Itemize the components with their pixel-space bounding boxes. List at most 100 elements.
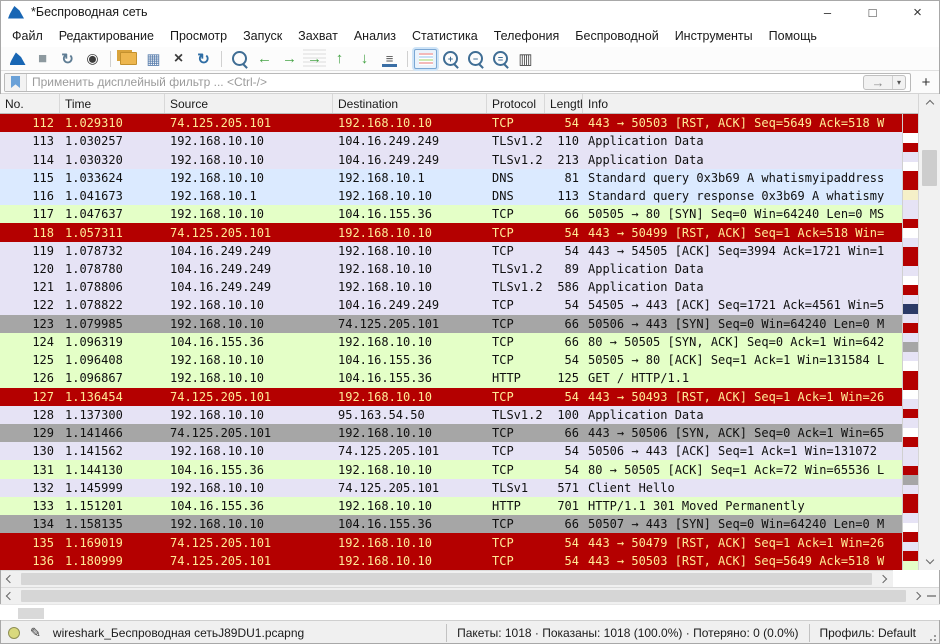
- packet-row[interactable]: 1351.16901974.125.205.101192.168.10.10TC…: [0, 533, 902, 551]
- zoom-out-icon[interactable]: [464, 49, 487, 69]
- column-header-destination[interactable]: Destination: [333, 94, 487, 113]
- cell-no: 122: [0, 298, 60, 312]
- menu-item[interactable]: Беспроводной: [567, 26, 666, 46]
- colorize-icon[interactable]: [414, 49, 437, 69]
- goto-packet-icon[interactable]: →: [303, 49, 326, 69]
- packet-row[interactable]: 1321.145999192.168.10.1074.125.205.101TL…: [0, 479, 902, 497]
- packet-row[interactable]: 1171.047637192.168.10.10104.16.155.36TCP…: [0, 205, 902, 223]
- stop-capture-icon[interactable]: ■: [31, 49, 54, 69]
- cell-time: 1.096319: [60, 335, 165, 349]
- packet-row[interactable]: 1271.13645474.125.205.101192.168.10.10TC…: [0, 388, 902, 406]
- scroll-down-arrow-icon[interactable]: [919, 553, 940, 567]
- start-capture-icon[interactable]: [6, 49, 29, 69]
- menu-item[interactable]: Анализ: [346, 26, 404, 46]
- column-header-source[interactable]: Source: [165, 94, 333, 113]
- save-file-icon[interactable]: ▦: [142, 49, 165, 69]
- cell-len: 54: [545, 463, 583, 477]
- display-filter-input[interactable]: [27, 75, 863, 89]
- packet-row[interactable]: 1121.02931074.125.205.101192.168.10.10TC…: [0, 114, 902, 132]
- packet-row[interactable]: 1331.151201104.16.155.36192.168.10.10HTT…: [0, 497, 902, 515]
- packet-row[interactable]: 1311.144130104.16.155.36192.168.10.10TCP…: [0, 460, 902, 478]
- forward-icon[interactable]: →: [278, 49, 301, 69]
- find-packet-icon[interactable]: [228, 49, 251, 69]
- add-filter-button[interactable]: +: [916, 73, 936, 92]
- column-header-time[interactable]: Time: [60, 94, 165, 113]
- packet-row[interactable]: 1151.033624192.168.10.10192.168.10.1DNS8…: [0, 169, 902, 187]
- minimap-stripe: [903, 238, 918, 248]
- packet-row[interactable]: 1161.041673192.168.10.1192.168.10.10DNS1…: [0, 187, 902, 205]
- expert-info-icon[interactable]: [8, 627, 20, 639]
- hscroll-thumb-2[interactable]: [21, 590, 906, 602]
- menu-item[interactable]: Инструменты: [667, 26, 761, 46]
- scroll-right-arrow-icon[interactable]: [877, 576, 889, 582]
- cell-no: 133: [0, 499, 60, 513]
- column-header-info[interactable]: Info: [583, 94, 940, 113]
- resize-columns-icon[interactable]: ▥: [514, 49, 537, 69]
- close-button[interactable]: ×: [895, 0, 940, 24]
- cell-dst: 104.16.155.36: [333, 371, 487, 385]
- reload-file-icon[interactable]: ↻: [192, 49, 215, 69]
- menu-item[interactable]: Захват: [290, 26, 346, 46]
- filter-bookmark-button[interactable]: [5, 74, 27, 91]
- cell-dst: 192.168.10.10: [333, 536, 487, 550]
- packet-row[interactable]: 1141.030320192.168.10.10104.16.249.249TL…: [0, 150, 902, 168]
- packet-row[interactable]: 1221.078822192.168.10.10104.16.249.249TC…: [0, 296, 902, 314]
- capture-options-icon[interactable]: ◉: [81, 49, 104, 69]
- scroll-left-arrow-icon[interactable]: [4, 576, 16, 582]
- zoom-reset-icon[interactable]: [489, 49, 512, 69]
- packet-row[interactable]: 1301.141562192.168.10.1074.125.205.101TC…: [0, 442, 902, 460]
- window-resize-grip[interactable]: [929, 628, 937, 638]
- cell-time: 1.141562: [60, 444, 165, 458]
- packet-row[interactable]: 1201.078780104.16.249.249192.168.10.10TL…: [0, 260, 902, 278]
- menu-item[interactable]: Помощь: [761, 26, 825, 46]
- packet-row[interactable]: 1281.137300192.168.10.1095.163.54.50TLSv…: [0, 406, 902, 424]
- filter-dropdown-caret[interactable]: ▾: [892, 76, 905, 89]
- go-bottom-icon[interactable]: ↓: [353, 49, 376, 69]
- lower-hscrollbar[interactable]: [0, 587, 940, 604]
- column-header-no[interactable]: No.: [0, 94, 60, 113]
- restart-capture-icon[interactable]: ↻: [56, 49, 79, 69]
- zoom-in-icon[interactable]: [439, 49, 462, 69]
- vertical-scroll-thumb[interactable]: [922, 150, 937, 186]
- hscroll-thumb-1[interactable]: [21, 573, 872, 585]
- packet-row[interactable]: 1261.096867192.168.10.10104.16.155.36HTT…: [0, 369, 902, 387]
- packet-row[interactable]: 1341.158135192.168.10.10104.16.155.36TCP…: [0, 515, 902, 533]
- scroll-left-arrow-icon-2[interactable]: [4, 593, 16, 599]
- minimize-button[interactable]: –: [805, 0, 850, 24]
- close-file-icon[interactable]: ×: [167, 49, 190, 69]
- packet-row[interactable]: 1361.18099974.125.205.101192.168.10.10TC…: [0, 552, 902, 570]
- packet-row[interactable]: 1181.05731174.125.205.101192.168.10.10TC…: [0, 223, 902, 241]
- profile-label[interactable]: Профиль: Default: [809, 624, 927, 642]
- filter-bar: → ▾ +: [0, 71, 940, 94]
- packet-row[interactable]: 1241.096319104.16.155.36192.168.10.10TCP…: [0, 333, 902, 351]
- menu-item[interactable]: Редактирование: [51, 26, 162, 46]
- menu-item[interactable]: Телефония: [486, 26, 568, 46]
- packet-row[interactable]: 1211.078806104.16.249.249192.168.10.10TL…: [0, 278, 902, 296]
- resize-grip-box[interactable]: [18, 608, 44, 619]
- packet-list-hscrollbar[interactable]: [0, 570, 893, 587]
- packet-row[interactable]: 1131.030257192.168.10.10104.16.249.249TL…: [0, 132, 902, 150]
- column-header-length[interactable]: Length: [545, 94, 583, 113]
- capture-comment-icon[interactable]: ✎: [30, 625, 41, 641]
- open-file-icon[interactable]: [117, 49, 140, 69]
- menu-item[interactable]: Просмотр: [162, 26, 235, 46]
- packet-row[interactable]: 1291.14146674.125.205.101192.168.10.10TC…: [0, 424, 902, 442]
- scroll-right-arrow-icon-2[interactable]: [911, 593, 923, 599]
- back-icon[interactable]: ←: [253, 49, 276, 69]
- minimap-scrollbar[interactable]: [902, 114, 918, 570]
- packet-row[interactable]: 1251.096408192.168.10.10104.16.155.36TCP…: [0, 351, 902, 369]
- packet-list-header: No.TimeSourceDestinationProtocolLengthIn…: [0, 94, 940, 114]
- menu-item[interactable]: Статистика: [404, 26, 486, 46]
- column-header-protocol[interactable]: Protocol: [487, 94, 545, 113]
- maximize-button[interactable]: □: [850, 0, 895, 24]
- packet-row[interactable]: 1231.079985192.168.10.1074.125.205.101TC…: [0, 315, 902, 333]
- scroll-up-arrow-icon[interactable]: [919, 97, 940, 111]
- vertical-scrollbar[interactable]: [918, 94, 940, 570]
- minimap-stripe: [903, 333, 918, 343]
- menu-item[interactable]: Файл: [4, 26, 51, 46]
- autoscroll-icon[interactable]: ≡: [378, 49, 401, 69]
- go-top-icon[interactable]: ↑: [328, 49, 351, 69]
- menu-item[interactable]: Запуск: [235, 26, 290, 46]
- apply-filter-button[interactable]: →: [864, 76, 892, 89]
- packet-row[interactable]: 1191.078732104.16.249.249192.168.10.10TC…: [0, 242, 902, 260]
